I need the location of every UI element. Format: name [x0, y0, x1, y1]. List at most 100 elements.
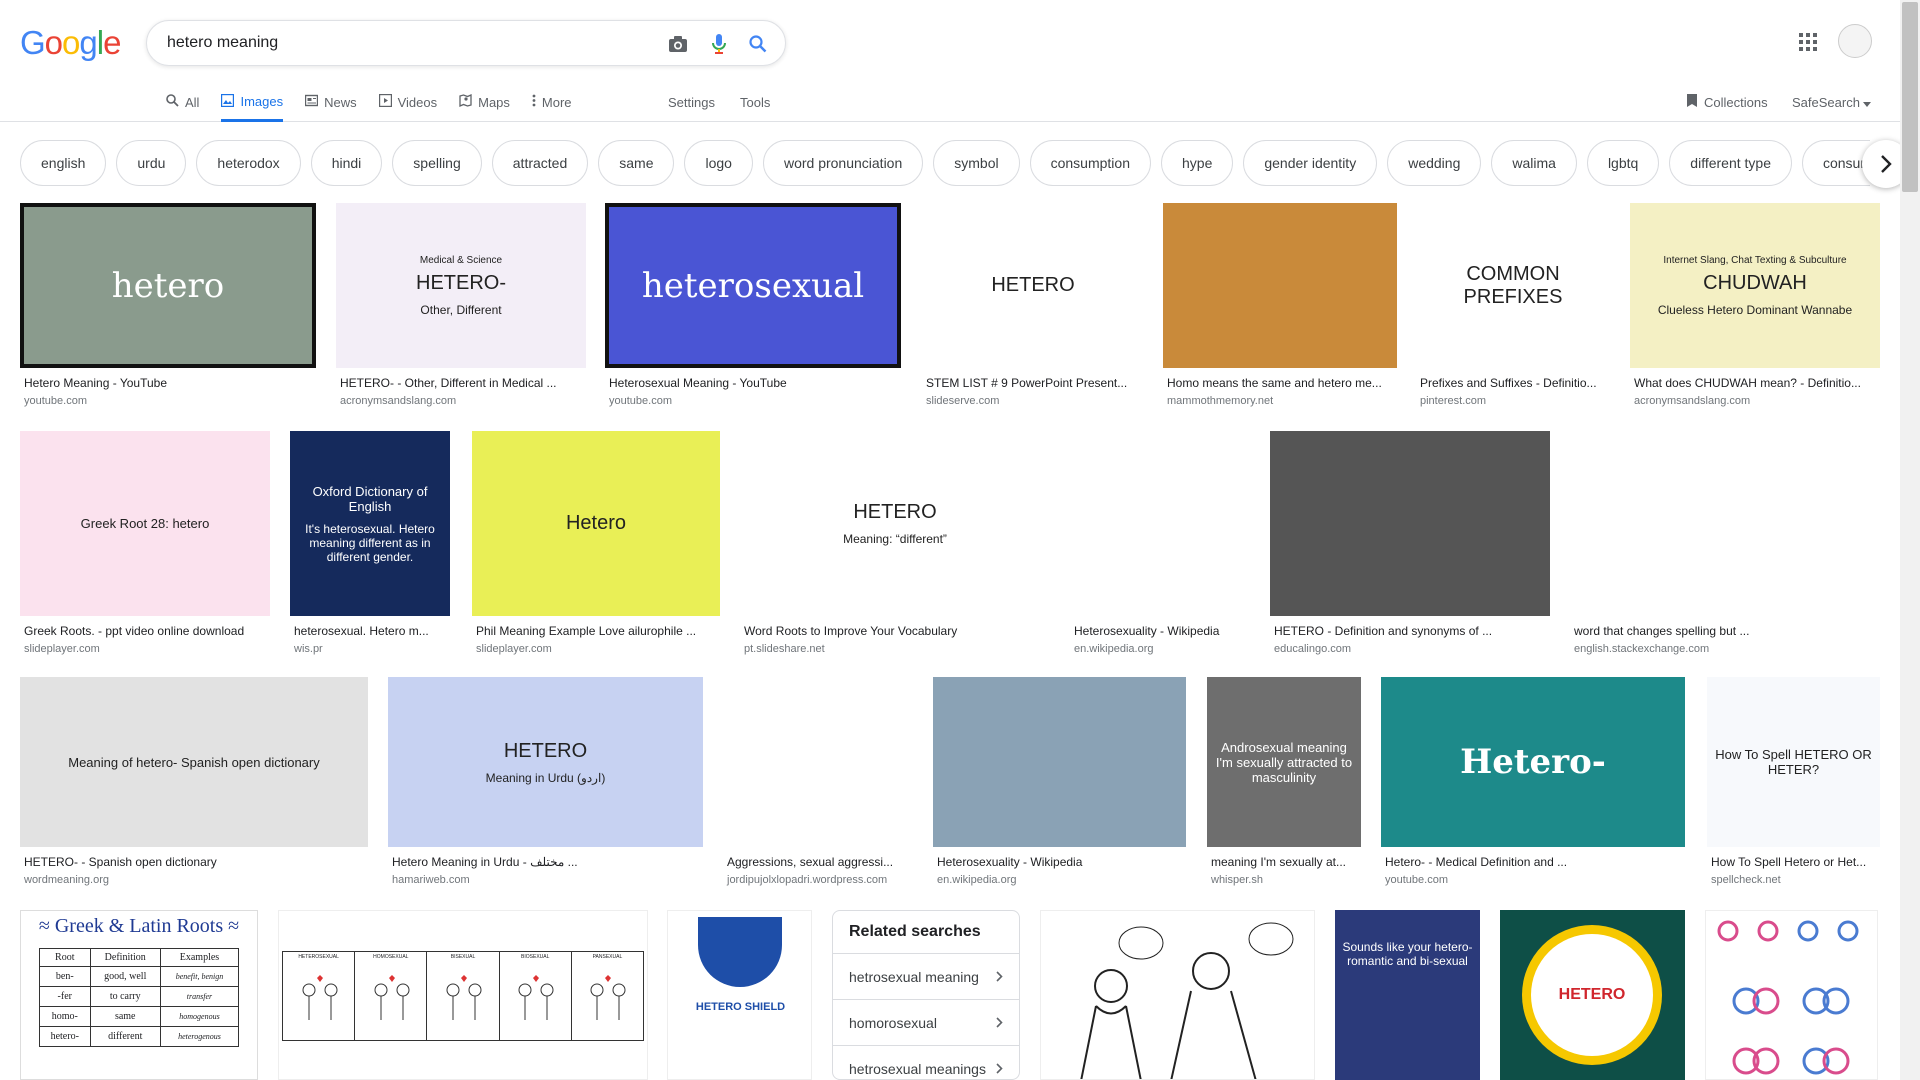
result-title[interactable]: What does CHUDWAH mean? - Definitio... — [1634, 376, 1876, 390]
image-result[interactable]: Medical & Science HETERO- Other, Different… — [336, 203, 586, 414]
image-result[interactable]: word that changes spelling but ... englis… — [1570, 431, 1880, 662]
result-thumbnail[interactable]: Hetero — [472, 431, 720, 616]
result-title[interactable]: HETERO- - Spanish open dictionary — [24, 855, 364, 869]
settings-link[interactable]: Settings — [668, 84, 715, 120]
chip-english[interactable]: english — [20, 140, 107, 186]
result-title[interactable]: STEM LIST # 9 PowerPoint Present... — [926, 376, 1140, 390]
tab-maps[interactable]: Maps — [459, 84, 510, 120]
image-result[interactable]: Homo means the same and hetero me... mamm… — [1163, 203, 1397, 414]
scrollbar-thumb[interactable] — [1902, 2, 1918, 192]
related-search-item[interactable]: hetrosexual meanings — [833, 1045, 1019, 1079]
apps-grid-icon[interactable] — [1796, 30, 1820, 54]
result-thumbnail[interactable] — [1570, 431, 1880, 616]
result-thumbnail[interactable] — [723, 677, 913, 847]
result-title[interactable]: Hetero Meaning - YouTube — [24, 376, 312, 390]
result-title[interactable]: word that changes spelling but ... — [1574, 624, 1876, 638]
result-source[interactable]: youtube.com — [24, 395, 87, 407]
chip-lgbtq[interactable]: lgbtq — [1586, 140, 1660, 186]
result-title[interactable]: heterosexual. Hetero m... — [294, 624, 446, 638]
tab-videos[interactable]: Videos — [378, 84, 437, 120]
result-thumbnail[interactable]: hetero — [20, 203, 316, 368]
image-result[interactable]: HETERO Meaning in Urdu (اردو) Hetero Meani… — [388, 677, 703, 893]
tab-images[interactable]: Images — [221, 84, 284, 122]
result-thumb-cartoon-women[interactable] — [1040, 910, 1315, 1080]
result-title[interactable]: Word Roots to Improve Your Vocabulary — [744, 624, 1046, 638]
result-thumb-sexualities[interactable]: HETEROSEXUAL HOMOSEXUAL BISEXUAL BIOSEXUAL P… — [278, 910, 648, 1080]
result-thumb-hetero-romantic[interactable]: Sounds like your hetero-romantic and bi-… — [1335, 910, 1480, 1080]
image-result[interactable]: Meaning of hetero- Spanish open dictiona… — [20, 677, 368, 893]
result-thumbnail[interactable]: HETERO Meaning in Urdu (اردو) — [388, 677, 703, 847]
result-source[interactable]: youtube.com — [609, 395, 672, 407]
result-source[interactable]: hamariweb.com — [392, 874, 470, 886]
result-thumb-hetero-logo[interactable]: HETERO — [1500, 910, 1685, 1080]
image-result[interactable]: How To Spell HETERO OR HETER? How To Spel… — [1707, 677, 1880, 893]
result-source[interactable]: pt.slideshare.net — [744, 643, 825, 655]
result-thumbnail[interactable]: Medical & Science HETERO- Other, Different — [336, 203, 586, 368]
related-search-item[interactable]: homorosexual — [833, 999, 1019, 1045]
image-result[interactable]: COMMON PREFIXES Prefixes and Suffixes - D… — [1416, 203, 1610, 414]
result-source[interactable]: acronymsandslang.com — [340, 395, 456, 407]
related-search-item[interactable]: hetrosexual meaning — [833, 953, 1019, 999]
image-result[interactable]: HETERO STEM LIST # 9 PowerPoint Present..… — [922, 203, 1144, 414]
result-source[interactable]: english.stackexchange.com — [1574, 643, 1709, 655]
chip-wedding[interactable]: wedding — [1387, 140, 1482, 186]
search-input[interactable] — [167, 31, 647, 55]
chip-same[interactable]: same — [598, 140, 675, 186]
result-title[interactable]: Greek Roots. - ppt video online download — [24, 624, 266, 638]
tab-more[interactable]: More — [532, 84, 572, 120]
result-thumbnail[interactable]: COMMON PREFIXES — [1416, 203, 1610, 368]
result-title[interactable]: Heterosexuality - Wikipedia — [937, 855, 1182, 869]
image-result[interactable]: HETERO - Definition and synonyms of ... e… — [1270, 431, 1550, 662]
image-result[interactable]: Aggressions, sexual aggressi... jordipujo… — [723, 677, 913, 893]
result-source[interactable]: slideserve.com — [926, 395, 999, 407]
result-thumbnail[interactable]: Internet Slang, Chat Texting & Subcultur… — [1630, 203, 1880, 368]
result-thumb-greek-latin-roots[interactable]: ≈ Greek & Latin Roots ≈ Root Definition Ex… — [20, 910, 258, 1080]
result-title[interactable]: HETERO - Definition and synonyms of ... — [1274, 624, 1546, 638]
result-source[interactable]: en.wikipedia.org — [937, 874, 1017, 886]
result-title[interactable]: Aggressions, sexual aggressi... — [727, 855, 909, 869]
result-source[interactable]: pinterest.com — [1420, 395, 1486, 407]
result-title[interactable]: Homo means the same and hetero me... — [1167, 376, 1393, 390]
result-thumbnail[interactable]: Meaning of hetero- Spanish open dictiona… — [20, 677, 368, 847]
result-title[interactable]: Phil Meaning Example Love ailurophile ..… — [476, 624, 716, 638]
chip-different-type[interactable]: different type — [1669, 140, 1792, 186]
search-icon[interactable] — [747, 33, 769, 55]
chip-logo[interactable]: logo — [684, 140, 753, 186]
result-thumb-gender-symbols[interactable] — [1705, 910, 1878, 1080]
result-thumbnail[interactable]: HETERO — [922, 203, 1144, 368]
image-result[interactable]: Hetero Phil Meaning Example Love ailuroph… — [472, 431, 720, 662]
result-source[interactable]: acronymsandslang.com — [1634, 395, 1750, 407]
image-result[interactable]: Androsexual meaning I'm sexually attract… — [1207, 677, 1361, 893]
chip-word-pronunciation[interactable]: word pronunciation — [762, 140, 924, 186]
chip-gender-identity[interactable]: gender identity — [1243, 140, 1378, 186]
result-source[interactable]: wordmeaning.org — [24, 874, 109, 886]
tab-all[interactable]: All — [166, 84, 199, 120]
result-source[interactable]: en.wikipedia.org — [1074, 643, 1154, 655]
result-title[interactable]: Hetero Meaning in Urdu - مختلف ... — [392, 855, 699, 869]
result-source[interactable]: slideplayer.com — [24, 643, 100, 655]
chip-heterodox[interactable]: heterodox — [196, 140, 301, 186]
camera-icon[interactable] — [667, 33, 689, 55]
result-title[interactable]: Heterosexuality - Wikipedia — [1074, 624, 1244, 638]
result-thumbnail[interactable]: How To Spell HETERO OR HETER? — [1707, 677, 1880, 847]
page-scrollbar[interactable] — [1900, 0, 1920, 1080]
image-result[interactable]: Oxford Dictionary of English It's heteros… — [290, 431, 450, 662]
chip-attracted[interactable]: attracted — [491, 140, 589, 186]
result-thumbnail[interactable] — [1270, 431, 1550, 616]
result-source[interactable]: educalingo.com — [1274, 643, 1351, 655]
chip-spelling[interactable]: spelling — [392, 140, 482, 186]
result-source[interactable]: mammothmemory.net — [1167, 395, 1273, 407]
image-result[interactable]: HETERO Meaning: “different” Word Roots to … — [740, 431, 1050, 662]
safesearch-menu[interactable]: SafeSearch — [1792, 84, 1871, 120]
image-result[interactable]: hetero Hetero Meaning - YouTube youtube.co… — [20, 203, 316, 414]
result-source[interactable]: youtube.com — [1385, 874, 1448, 886]
chip-walima[interactable]: walima — [1491, 140, 1577, 186]
google-logo[interactable]: Google — [20, 24, 121, 62]
result-source[interactable]: jordipujolxlopadri.wordpress.com — [727, 874, 887, 886]
result-source[interactable]: wis.pr — [294, 643, 323, 655]
result-title[interactable]: Heterosexual Meaning - YouTube — [609, 376, 897, 390]
result-thumb-hetero-shield[interactable]: HETERO SHIELD — [667, 910, 812, 1080]
collections-link[interactable]: Collections — [1686, 84, 1768, 120]
result-title[interactable]: How To Spell Hetero or Het... — [1711, 855, 1876, 869]
chip-urdu[interactable]: urdu — [116, 140, 187, 186]
